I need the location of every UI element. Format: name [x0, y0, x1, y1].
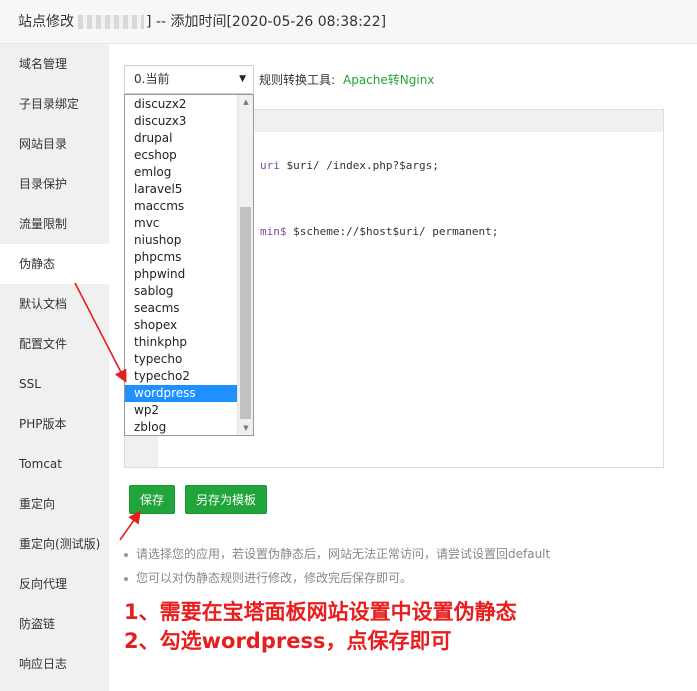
code-line-1-keyword: uri	[260, 159, 280, 172]
dropdown-option[interactable]: typecho2	[125, 368, 238, 385]
dropdown-option[interactable]: discuzx2	[125, 96, 238, 113]
dropdown-option[interactable]: seacms	[125, 300, 238, 317]
dropdown-scrollbar[interactable]: ▲ ▼	[237, 95, 253, 435]
code-line-2: min$ $scheme://$host$uri/ permanent;	[260, 225, 498, 238]
rule-convert-label: 规则转换工具:	[259, 73, 336, 87]
dropdown-option[interactable]: discuzx3	[125, 113, 238, 130]
chevron-down-icon: ▼	[239, 74, 246, 84]
sidebar-item[interactable]: 流量限制	[0, 204, 109, 244]
sidebar-item[interactable]: 伪静态	[0, 244, 109, 284]
sidebar-item[interactable]: Tomcat	[0, 444, 109, 484]
dropdown-option[interactable]: laravel5	[125, 181, 238, 198]
sidebar-item[interactable]: 目录保护	[0, 164, 109, 204]
sidebar-item[interactable]: 重定向	[0, 484, 109, 524]
dropdown-option[interactable]: ecshop	[125, 147, 238, 164]
dropdown-option[interactable]: phpcms	[125, 249, 238, 266]
dropdown-option[interactable]: emlog	[125, 164, 238, 181]
dropdown-option[interactable]: wordpress	[125, 385, 238, 402]
dropdown-option[interactable]: typecho	[125, 351, 238, 368]
save-button[interactable]: 保存	[129, 485, 175, 514]
dropdown-option[interactable]: drupal	[125, 130, 238, 147]
annotation-note-1: 1、需要在宝塔面板网站设置中设置伪静态	[124, 600, 517, 624]
masked-domain	[78, 15, 144, 29]
sidebar-item[interactable]: 配置文件	[0, 324, 109, 364]
sidebar-item[interactable]: 响应日志	[0, 644, 109, 684]
sidebar-item[interactable]: 子目录绑定	[0, 84, 109, 124]
sidebar: 域名管理 子目录绑定 网站目录 目录保护 流量限制 伪静态 默认文档 配置文件 SSL PHP版本…	[0, 44, 109, 691]
sidebar-item[interactable]: 防盗链	[0, 604, 109, 644]
bullet-icon	[124, 552, 128, 557]
code-line-2-keyword: min$	[260, 225, 287, 238]
apache-to-nginx-link[interactable]: Apache转Nginx	[343, 71, 434, 88]
sidebar-item[interactable]: 默认文档	[0, 284, 109, 324]
rewrite-rule-select[interactable]: 0.当前 ▼	[124, 65, 254, 94]
sidebar-item[interactable]: 重定向(测试版)	[0, 524, 109, 564]
bullet-icon	[124, 576, 128, 581]
dropdown-option[interactable]: mvc	[125, 215, 238, 232]
tip-item: 请选择您的应用，若设置伪静态后，网站无法正常访问，请尝试设置回default	[124, 545, 550, 562]
sidebar-item[interactable]: 反向代理	[0, 564, 109, 604]
dropdown-option[interactable]: maccms	[125, 198, 238, 215]
tip-item: 您可以对伪静态规则进行修改，修改完后保存即可。	[124, 569, 412, 586]
dropdown-option[interactable]: thinkphp	[125, 334, 238, 351]
scroll-up-icon[interactable]: ▲	[238, 95, 253, 109]
annotation-note-2: 2、勾选wordpress，点保存即可	[124, 629, 452, 653]
sidebar-item[interactable]: 域名管理	[0, 44, 109, 84]
sidebar-item[interactable]: SSL	[0, 364, 109, 404]
dropdown-option[interactable]: wp2	[125, 402, 238, 419]
dialog-title-suffix: ] -- 添加时间[2020-05-26 08:38:22]	[146, 14, 387, 30]
sidebar-item[interactable]: 网站目录	[0, 124, 109, 164]
scrollbar-thumb[interactable]	[240, 207, 251, 419]
dropdown-option[interactable]: shopex	[125, 317, 238, 334]
dropdown-option[interactable]: sablog	[125, 283, 238, 300]
rewrite-rule-select-value: 0.当前	[134, 72, 170, 86]
dropdown-option[interactable]: zblog	[125, 419, 238, 435]
dialog-title-prefix: 站点修改	[18, 14, 74, 30]
rewrite-rule-dropdown[interactable]: discuzx2 discuzx3 drupal ecshop emlog laravel…	[124, 94, 254, 436]
tip-text: 请选择您的应用，若设置伪静态后，网站无法正常访问，请尝试设置回default	[136, 547, 551, 561]
dropdown-option[interactable]: phpwind	[125, 266, 238, 283]
arrow-to-save	[119, 510, 141, 541]
code-line-1-text: $uri/ /index.php?$args;	[279, 159, 439, 172]
dropdown-option[interactable]: niushop	[125, 232, 238, 249]
tip-text: 您可以对伪静态规则进行修改，修改完后保存即可。	[136, 571, 413, 585]
scroll-down-icon[interactable]: ▼	[238, 421, 253, 435]
code-line-1: uri $uri/ /index.php?$args;	[260, 159, 439, 172]
code-line-2-text: $scheme://$host$uri/ permanent;	[286, 225, 499, 238]
save-as-template-button[interactable]: 另存为模板	[185, 485, 267, 514]
sidebar-item[interactable]: PHP版本	[0, 404, 109, 444]
dialog-title: 站点修改 ] -- 添加时间[2020-05-26 08:38:22]	[0, 0, 697, 44]
